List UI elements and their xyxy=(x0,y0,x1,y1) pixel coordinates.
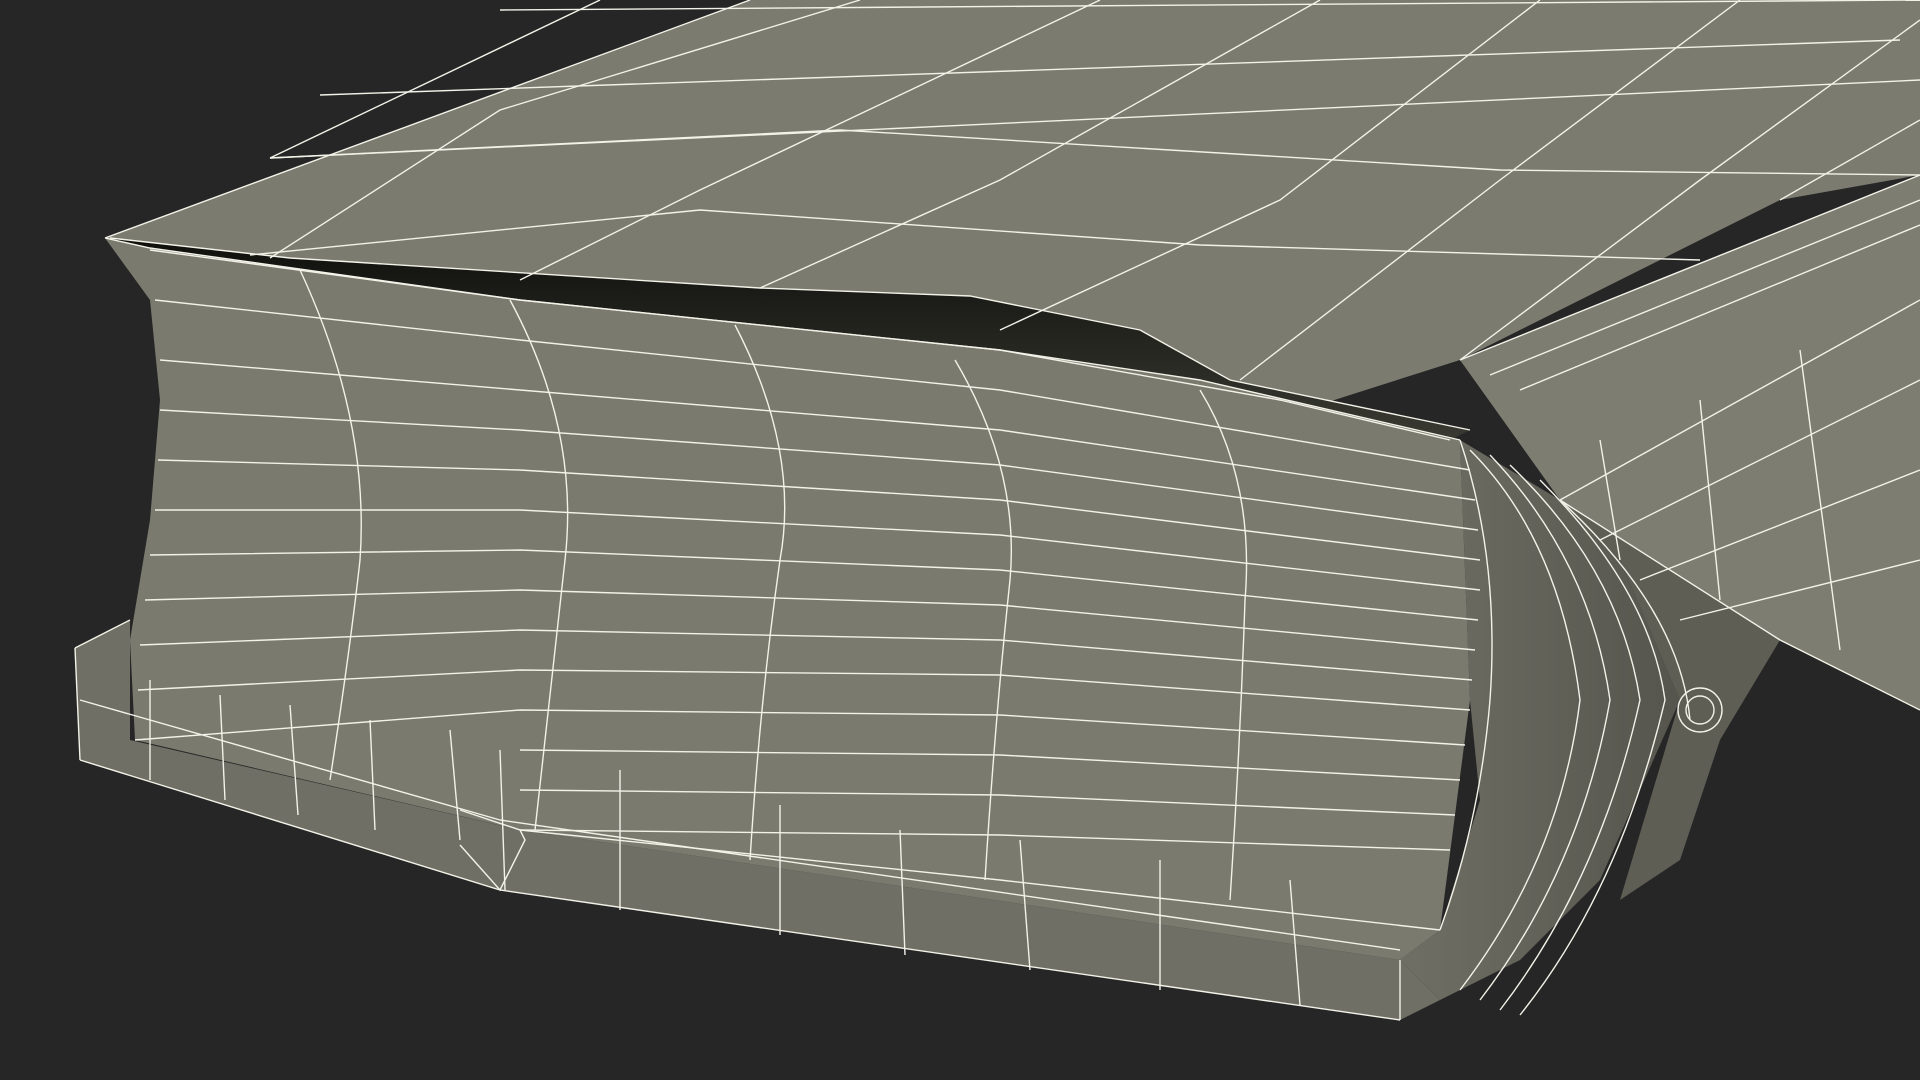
render-viewport xyxy=(0,0,1920,1080)
wireframe-model-render xyxy=(74,0,1920,1021)
